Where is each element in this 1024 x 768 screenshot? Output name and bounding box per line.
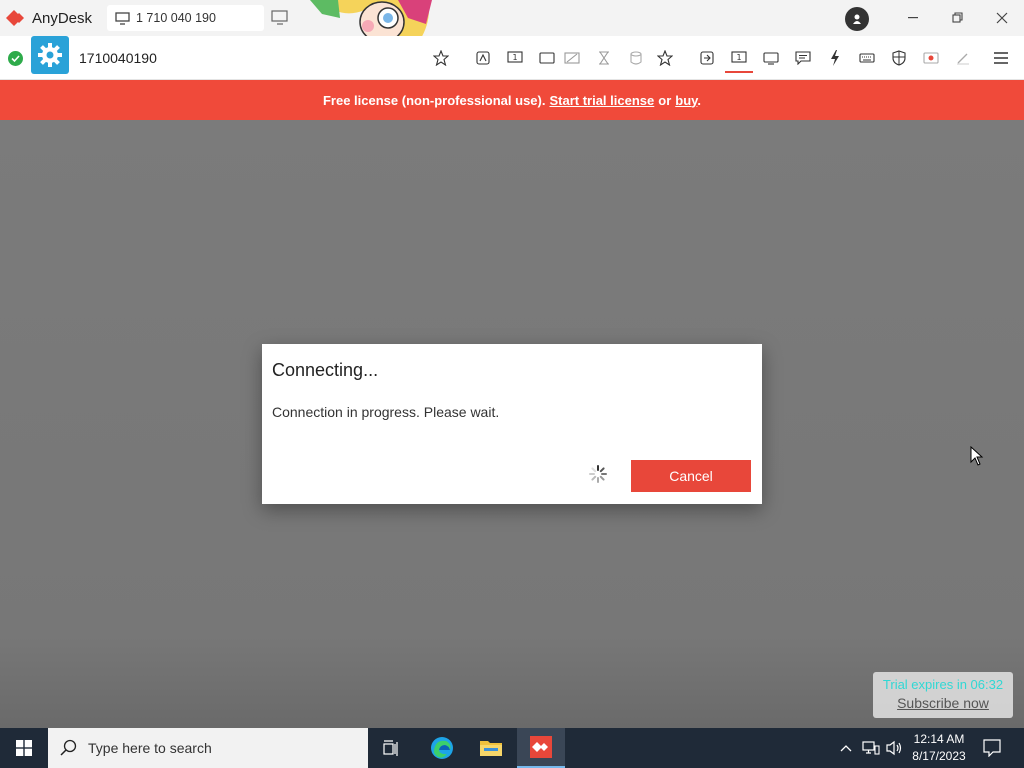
display-settings-icon[interactable]: [760, 47, 782, 69]
license-text: Free license (non-professional use).: [322, 92, 546, 108]
active-tab-indicator: [725, 71, 753, 73]
anydesk-taskbar-button[interactable]: [517, 728, 565, 768]
search-icon: [60, 739, 77, 756]
profile-icon[interactable]: [845, 7, 869, 31]
start-trial-link[interactable]: Start trial license: [549, 93, 654, 108]
notification-center-button[interactable]: [980, 728, 1004, 768]
loading-spinner-icon: [589, 465, 607, 483]
connected-status-icon: [8, 51, 23, 66]
svg-text:1: 1: [512, 53, 517, 62]
mouse-cursor-icon: [970, 446, 984, 466]
show-hidden-icons-button[interactable]: [836, 728, 856, 768]
banner-or-text: or: [658, 92, 672, 108]
volume-tray-button[interactable]: [884, 728, 906, 768]
file-transfer-icon[interactable]: [696, 47, 718, 69]
monitor-icon: [115, 11, 130, 25]
window-icon[interactable]: [536, 47, 558, 69]
task-view-button[interactable]: [368, 728, 416, 768]
favorite-star-icon[interactable]: [430, 47, 452, 69]
trial-expiry-text: Trial expires in 06:32: [882, 677, 1004, 692]
settings-gear-icon[interactable]: [31, 36, 69, 74]
windows-taskbar: Type here to search 12:14 AM 8/17/2023: [0, 728, 1024, 768]
svg-text:1: 1: [736, 53, 741, 62]
buy-link[interactable]: buy: [675, 93, 697, 108]
keyboard-icon[interactable]: [856, 47, 878, 69]
anydesk-app-icon: [530, 736, 552, 758]
trial-expiry-popup: Trial expires in 06:32 Subscribe now: [873, 672, 1013, 718]
network-icon: [862, 741, 880, 755]
clock-time: 12:14 AM: [913, 732, 965, 746]
subscribe-now-link[interactable]: Subscribe now: [873, 695, 1013, 711]
anydesk-logo-icon: [6, 10, 24, 26]
minimize-button[interactable]: [892, 0, 936, 36]
close-button[interactable]: [980, 0, 1024, 36]
search-placeholder: Type here to search: [88, 740, 212, 756]
hamburger-menu-icon[interactable]: [990, 47, 1012, 69]
monitor-1-icon[interactable]: 1: [728, 47, 750, 69]
clock-date: 8/17/2023: [912, 749, 966, 763]
edge-icon: [431, 737, 453, 759]
chat-icon[interactable]: [792, 47, 814, 69]
address-tab-label: 1 710 040 190: [136, 11, 216, 25]
app-brand: AnyDesk: [6, 8, 92, 28]
network-tray-button[interactable]: [860, 728, 882, 768]
license-banner: Free license (non-professional use). Sta…: [0, 80, 1024, 120]
session-toolbar: 1710040190 1 1: [0, 36, 1024, 80]
title-bar: AnyDesk 1 710 040 190: [0, 0, 1024, 53]
connecting-dialog: Connecting... Connection in progress. Pl…: [262, 344, 762, 504]
action-icon[interactable]: [472, 47, 494, 69]
file-explorer-button[interactable]: [467, 728, 515, 768]
new-session-icon[interactable]: [271, 10, 289, 26]
restore-button[interactable]: [936, 0, 980, 36]
folder-icon: [480, 741, 502, 756]
star-icon[interactable]: [654, 47, 676, 69]
database-icon[interactable]: [625, 47, 647, 69]
chevron-up-icon: [840, 745, 852, 752]
windows-logo-icon: [16, 740, 32, 756]
shield-icon[interactable]: [888, 47, 910, 69]
app-name: AnyDesk: [32, 9, 93, 27]
speaker-icon: [886, 740, 902, 756]
dialog-title: Connecting...: [272, 360, 379, 380]
taskbar-search-box[interactable]: Type here to search: [48, 728, 368, 768]
screen-off-icon[interactable]: [561, 47, 583, 69]
record-icon[interactable]: [920, 47, 942, 69]
task-view-icon: [383, 740, 398, 756]
remote-address-label: 1710040190: [79, 50, 157, 66]
taskbar-clock[interactable]: 12:14 AM 8/17/2023: [906, 731, 972, 765]
banner-suffix: .: [697, 92, 702, 108]
lightning-icon[interactable]: [824, 47, 846, 69]
dialog-message: Connection in progress. Please wait.: [272, 404, 500, 420]
hourglass-icon[interactable]: [593, 47, 615, 69]
pen-draw-icon[interactable]: [952, 47, 974, 69]
start-button[interactable]: [0, 728, 48, 768]
display-1-icon[interactable]: 1: [504, 47, 526, 69]
edge-browser-button[interactable]: [418, 728, 466, 768]
notification-icon: [983, 739, 1001, 757]
address-tab[interactable]: 1 710 040 190: [107, 5, 264, 31]
cancel-button[interactable]: Cancel: [631, 460, 751, 492]
